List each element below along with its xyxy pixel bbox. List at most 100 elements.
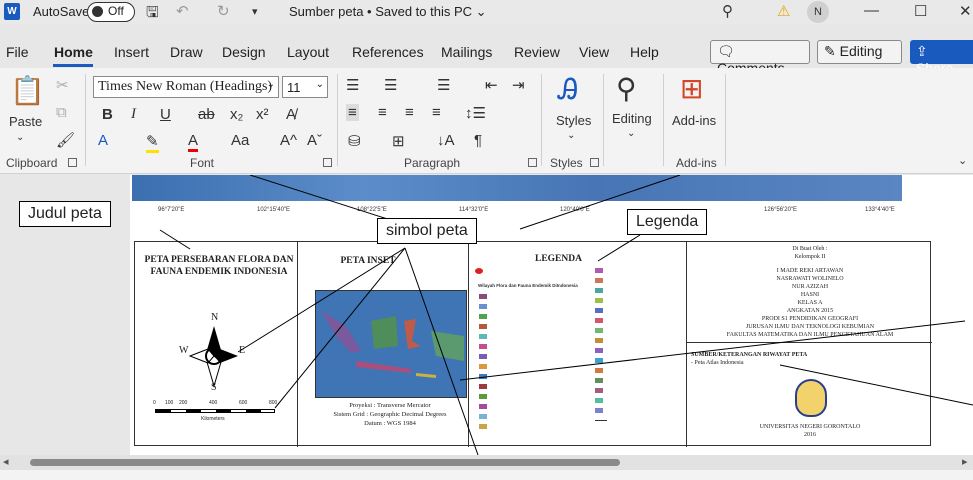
dialog-launcher-icon[interactable] <box>68 158 77 167</box>
minimize-icon[interactable]: — <box>864 2 879 19</box>
callout-legend: Legenda <box>627 209 708 235</box>
callout-map-symbol: simbol peta <box>377 218 477 244</box>
separator <box>603 74 604 166</box>
tab-references[interactable]: References <box>352 44 424 60</box>
superscript-icon[interactable]: x² <box>256 106 269 123</box>
scroll-left-icon[interactable]: ◂ <box>3 455 9 468</box>
borders-icon[interactable]: ⊞ <box>392 132 405 150</box>
separator <box>725 74 726 166</box>
subscript-icon[interactable]: x₂ <box>230 106 243 123</box>
comment-icon: 🗨 <box>717 43 735 59</box>
add-ins-button[interactable]: Add-ins <box>672 113 716 128</box>
redo-icon[interactable]: ↻ <box>217 2 230 20</box>
tab-help[interactable]: Help <box>630 44 659 60</box>
bold-icon[interactable]: B <box>102 106 113 123</box>
editing-button[interactable]: Editing <box>612 111 652 126</box>
styles-icon[interactable]: Ꭿ <box>558 74 578 107</box>
change-case-icon[interactable]: Aa <box>231 132 249 149</box>
undo-icon[interactable]: ↶ <box>176 2 189 20</box>
dialog-launcher-icon[interactable] <box>323 158 332 167</box>
tab-home[interactable]: Home <box>54 44 93 60</box>
font-name-select[interactable]: Times New Roman (Headings) ⌄ <box>93 76 279 98</box>
align-left-icon[interactable]: ≡ <box>346 104 359 121</box>
scrollbar-thumb[interactable] <box>30 459 620 466</box>
chevron-down-icon[interactable]: ⌄ <box>567 130 575 141</box>
share-button[interactable]: ⇪ Share <box>910 40 973 76</box>
decrease-indent-icon[interactable]: ⇤ <box>485 76 498 94</box>
shrink-font-icon[interactable]: Aˇ <box>307 132 322 149</box>
tab-layout[interactable]: Layout <box>287 44 329 60</box>
cut-icon[interactable]: ✂ <box>56 76 69 94</box>
shading-icon[interactable]: ⛁ <box>348 132 361 150</box>
highlight-icon[interactable]: ✎ <box>146 132 159 153</box>
comments-button[interactable]: 🗨 Comments <box>710 40 810 76</box>
save-icon[interactable]: 🖫 <box>146 2 159 27</box>
justify-icon[interactable]: ≡ <box>432 104 441 121</box>
menu-bar: File Home Insert Draw Design Layout Refe… <box>0 40 973 76</box>
tab-design[interactable]: Design <box>222 44 266 60</box>
italic-icon[interactable]: I <box>131 106 136 123</box>
chevron-down-icon: ⌄ <box>266 79 275 90</box>
font-size-select[interactable]: 11 ⌄ <box>282 76 328 98</box>
separator <box>541 74 542 166</box>
styles-button[interactable]: Styles <box>556 113 591 128</box>
add-ins-group-label: Add-ins <box>676 156 717 170</box>
line-spacing-icon[interactable]: ↕☰ <box>465 104 486 122</box>
separator <box>663 74 664 166</box>
customize-toolbar-icon[interactable]: ▾ <box>252 5 258 18</box>
show-formatting-icon[interactable]: ¶ <box>474 132 482 149</box>
tab-draw[interactable]: Draw <box>170 44 203 60</box>
strikethrough-icon[interactable]: ab <box>198 106 215 123</box>
callout-map-title: Judul peta <box>19 201 111 227</box>
font-color-icon[interactable]: A <box>188 132 199 152</box>
warning-icon[interactable]: ⚠ <box>777 2 790 20</box>
scroll-right-icon[interactable]: ▸ <box>962 455 968 468</box>
add-ins-icon[interactable]: ⊞ <box>680 72 703 105</box>
title-bar: W AutoSave Off 🖫 ↶ ↻ ▾ Sumber peta • Sav… <box>0 0 973 24</box>
dialog-launcher-icon[interactable] <box>590 158 599 167</box>
grow-font-icon[interactable]: A^ <box>280 132 297 149</box>
ribbon: 📋 Paste ⌄ ✂ ⧉ 🖌 Clipboard Times New Roma… <box>0 68 973 174</box>
tab-review[interactable]: Review <box>514 44 560 60</box>
paste-icon[interactable]: 📋 <box>10 74 45 107</box>
font-group-label: Font <box>190 156 215 170</box>
sort-icon[interactable]: ↓A <box>437 132 455 149</box>
share-icon: ⇪ <box>916 43 928 59</box>
copy-icon[interactable]: ⧉ <box>56 104 67 121</box>
chevron-down-icon: ⌄ <box>315 79 324 90</box>
search-icon[interactable]: ⚲ <box>722 2 733 20</box>
editing-mode-button[interactable]: ✎ Editing ⌄ <box>817 40 902 76</box>
close-icon[interactable]: ✕ <box>959 2 972 20</box>
find-icon[interactable]: ⚲ <box>616 72 637 105</box>
clipboard-group-label: Clipboard <box>6 156 58 170</box>
paste-button[interactable]: Paste <box>9 114 42 129</box>
numbering-icon[interactable]: ☰ <box>384 76 397 94</box>
tab-file[interactable]: File <box>6 44 29 60</box>
chevron-down-icon[interactable]: ⌄ <box>627 128 635 139</box>
text-effects-icon[interactable]: A <box>98 132 108 149</box>
editing-label: Editing <box>839 43 883 59</box>
autosave-toggle[interactable]: Off <box>87 2 135 22</box>
bullets-icon[interactable]: ☰ <box>346 76 359 94</box>
multilevel-list-icon[interactable]: ☰ <box>437 76 450 94</box>
horizontal-scrollbar[interactable]: ◂ ▸ <box>0 455 973 470</box>
increase-indent-icon[interactable]: ⇥ <box>512 76 525 94</box>
avatar[interactable]: N <box>807 1 829 23</box>
collapse-ribbon-icon[interactable]: ⌄ <box>958 154 967 167</box>
styles-group-label: Styles <box>550 156 583 170</box>
document-title[interactable]: Sumber peta • Saved to this PC ⌄ <box>289 4 487 20</box>
maximize-icon[interactable]: ☐ <box>914 2 927 20</box>
clear-formatting-icon[interactable]: A̸ <box>286 106 296 123</box>
tab-insert[interactable]: Insert <box>114 44 149 60</box>
align-right-icon[interactable]: ≡ <box>405 104 414 121</box>
font-size-value: 11 <box>287 80 301 95</box>
align-center-icon[interactable]: ≡ <box>378 104 387 121</box>
format-painter-icon[interactable]: 🖌 <box>56 131 75 149</box>
chevron-down-icon[interactable]: ⌄ <box>16 132 24 143</box>
dialog-launcher-icon[interactable] <box>528 158 537 167</box>
separator <box>337 74 338 166</box>
tab-view[interactable]: View <box>579 44 609 60</box>
tab-mailings[interactable]: Mailings <box>441 44 492 60</box>
underline-icon[interactable]: U <box>160 106 171 123</box>
toggle-knob <box>92 6 103 17</box>
